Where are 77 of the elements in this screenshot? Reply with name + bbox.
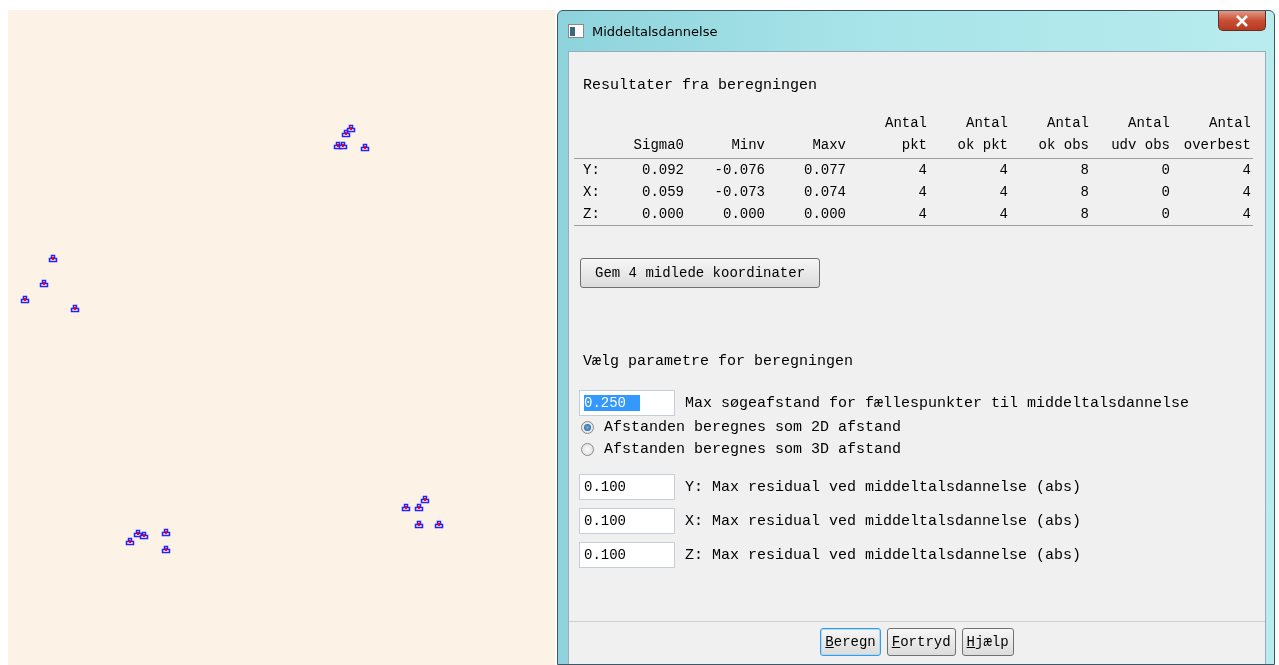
- table-cell-text: 0.092: [641, 161, 684, 180]
- section-heading: Vælg parametre for beregningen: [582, 352, 855, 372]
- table-cell-text: 0.059: [641, 183, 684, 202]
- point-marker-icon: [20, 295, 30, 304]
- table-cell-text: 4: [1241, 205, 1251, 224]
- point-marker-icon: [420, 495, 430, 504]
- residual-field[interactable]: 0.100: [579, 542, 675, 568]
- point-marker-icon: [48, 254, 58, 263]
- field-label: Max søgeafstand for fællespunkter til middeltalsdannelse: [685, 394, 1190, 412]
- point-marker-icon: [360, 143, 370, 152]
- table-cell-text: 8: [1079, 183, 1089, 202]
- table-cell-text: 4: [917, 205, 927, 224]
- table-cell-text: 4: [998, 161, 1008, 180]
- dialog-button[interactable]: Beregn: [820, 628, 881, 656]
- section-heading: Resultater fra beregningen: [582, 76, 819, 96]
- radio-button[interactable]: [581, 442, 594, 456]
- field-label: Y: Max residual ved middeltalsdannelse (abs): [685, 478, 1082, 496]
- point-marker-icon: [401, 503, 411, 512]
- close-button[interactable]: [1218, 11, 1266, 31]
- window-title: Middeltalsdannelse: [592, 23, 718, 39]
- table-cell-text: 0: [1160, 183, 1170, 202]
- point-marker-icon: [341, 129, 351, 138]
- field-label: Z: Max residual ved middeltalsdannelse (abs): [685, 546, 1082, 564]
- table-cell-text: 0.000: [641, 205, 684, 224]
- point-marker-icon: [139, 531, 149, 540]
- point-marker-icon: [414, 503, 424, 512]
- point-marker-icon: [338, 141, 348, 150]
- point-marker-icon: [125, 537, 135, 546]
- table-cell-text: 4: [1241, 183, 1251, 202]
- table-cell-text: 4: [998, 183, 1008, 202]
- radio-label: Afstanden beregnes som 3D afstand: [604, 440, 902, 458]
- column-header: ok obs: [1038, 136, 1089, 155]
- column-header: Antal: [1047, 114, 1089, 133]
- column-header: Antal: [966, 114, 1008, 133]
- column-header: Antal: [1128, 114, 1170, 133]
- table-cell-text: 0.000: [803, 205, 846, 224]
- table-cell-text: 8: [1079, 205, 1089, 224]
- row-label: Y:: [582, 161, 601, 180]
- column-header: overbest: [1183, 136, 1251, 155]
- table-cell-text: 0: [1160, 161, 1170, 180]
- column-header: Antal: [1209, 114, 1251, 133]
- point-marker-icon: [70, 304, 80, 313]
- table-cell-text: 0: [1160, 205, 1170, 224]
- window-icon: [568, 24, 584, 38]
- dialog-button[interactable]: Fortryd: [886, 628, 956, 656]
- column-header: Antal: [885, 114, 927, 133]
- table-cell-text: 0.000: [722, 205, 765, 224]
- radio-label: Afstanden beregnes som 2D afstand: [604, 418, 902, 436]
- residual-field[interactable]: 0.100: [579, 474, 675, 500]
- row-label: X:: [582, 183, 601, 202]
- column-header: Sigma0: [633, 136, 684, 155]
- point-marker-icon: [414, 520, 424, 529]
- point-marker-icon: [161, 545, 171, 554]
- column-header: udv obs: [1111, 136, 1170, 155]
- column-header: Minv: [731, 136, 765, 155]
- table-cell-text: -0.076: [713, 161, 765, 180]
- table-cell-text: 0.077: [803, 161, 846, 180]
- table-cell-text: 4: [998, 205, 1008, 224]
- table-cell-text: -0.073: [713, 183, 765, 202]
- column-header: Maxv: [812, 136, 846, 155]
- table-cell-text: 0.074: [803, 183, 846, 202]
- close-icon: [1235, 14, 1249, 27]
- table-cell-text: 8: [1079, 161, 1089, 180]
- field-label: X: Max residual ved middeltalsdannelse (abs): [685, 512, 1082, 530]
- table-cell-text: 4: [917, 183, 927, 202]
- radio-button[interactable]: [581, 420, 594, 434]
- residual-field[interactable]: 0.100: [579, 508, 675, 534]
- point-marker-icon: [434, 520, 444, 529]
- row-label: Z:: [582, 205, 601, 224]
- column-header: ok pkt: [957, 136, 1008, 155]
- point-marker-icon: [39, 279, 49, 288]
- point-marker-icon: [161, 528, 171, 537]
- save-coordinates-button[interactable]: Gem 4 midlede koordinater: [580, 258, 821, 288]
- table-cell-text: 4: [917, 161, 927, 180]
- table-cell-text: 4: [1241, 161, 1251, 180]
- column-header: pkt: [901, 136, 927, 155]
- dialog-button[interactable]: Hjælp: [961, 628, 1014, 656]
